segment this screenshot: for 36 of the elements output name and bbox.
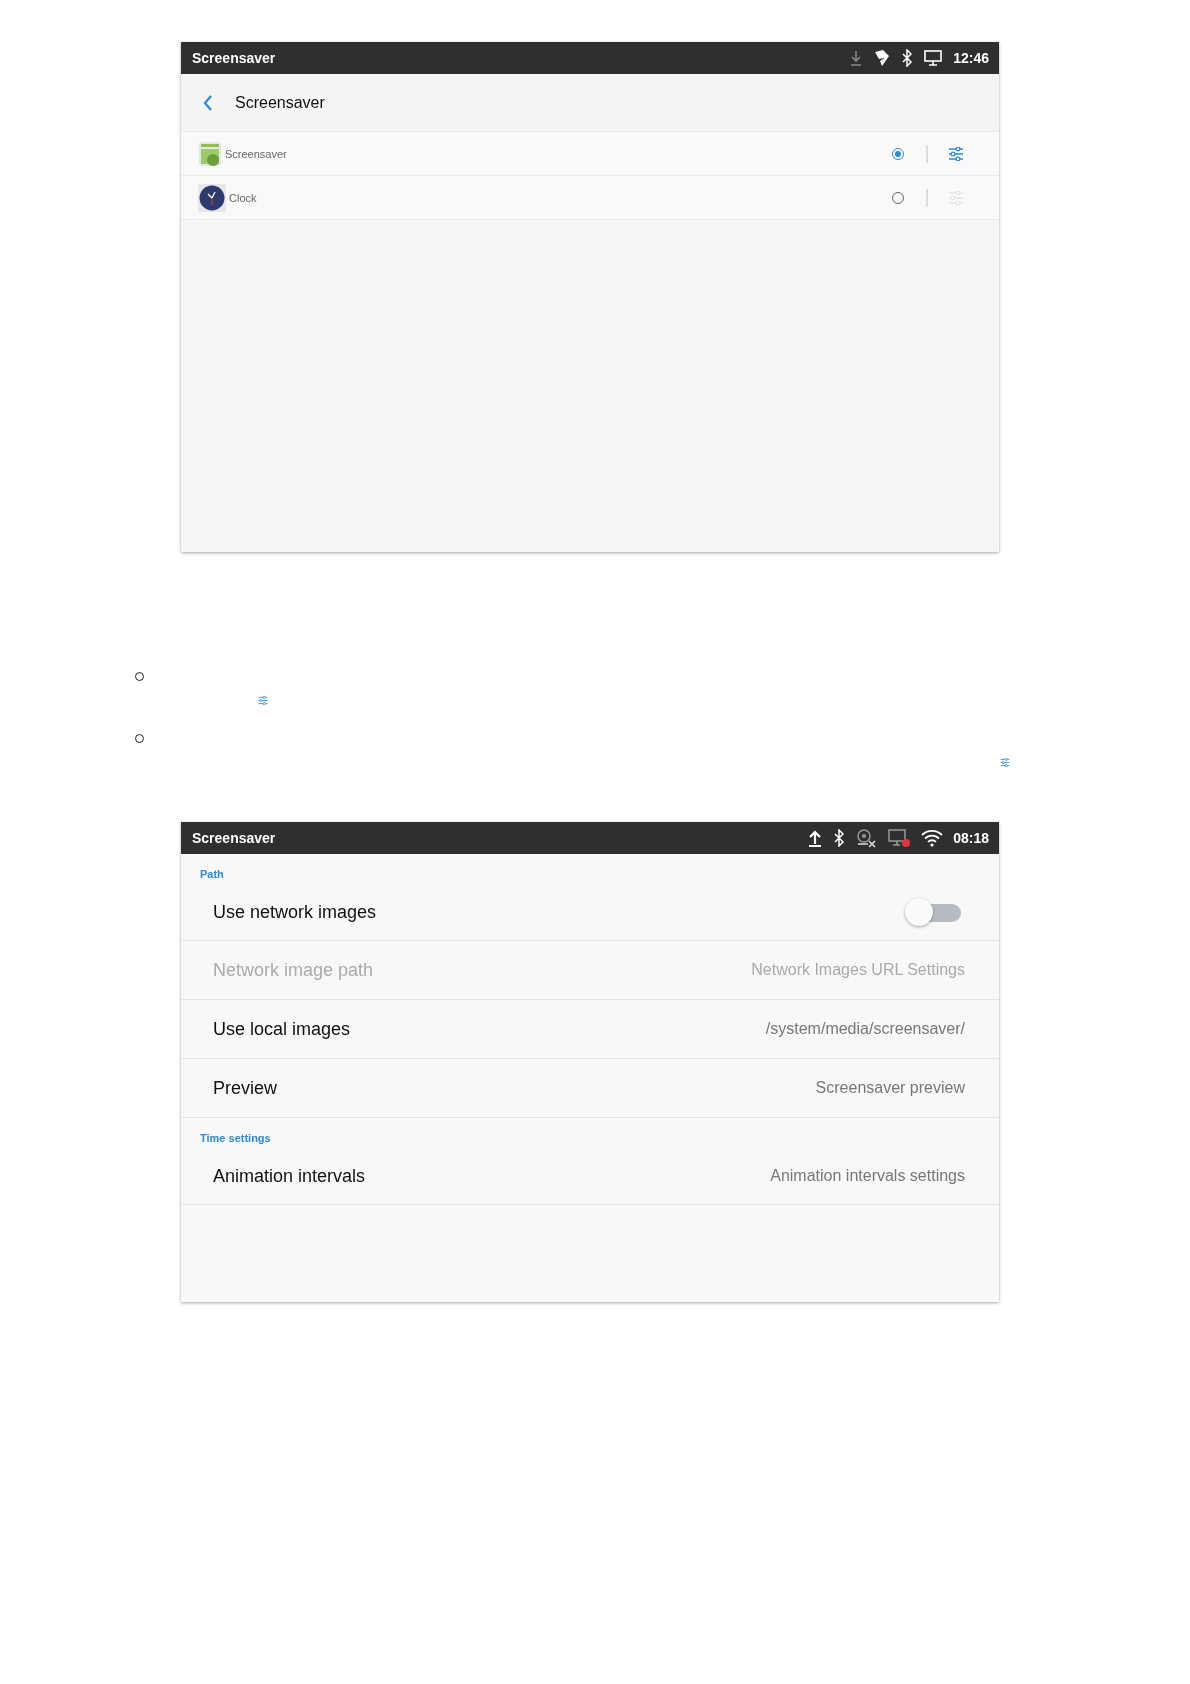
settings-row[interactable]: Animation intervals Animation intervals settings	[181, 1148, 999, 1205]
setting-value: Screensaver preview	[815, 1079, 965, 1097]
upload-icon	[807, 829, 824, 847]
settings-row[interactable]: Use network images	[181, 884, 999, 941]
window-title: Screensaver	[192, 50, 277, 66]
section-header: Time settings	[199, 1131, 272, 1146]
window-title: Screensaver	[192, 830, 277, 846]
camera-off-icon	[855, 828, 878, 848]
wifi-icon	[921, 829, 944, 847]
list-item[interactable]: Screensaver	[181, 132, 999, 176]
page-title: Screensaver	[235, 93, 325, 112]
settings-row[interactable]: Use local images /system/media/screensaver/	[181, 1000, 999, 1059]
clock-time: 08:18	[953, 830, 989, 846]
list-item[interactable]: Clock	[181, 176, 999, 220]
clock-icon	[198, 183, 226, 212]
setting-label: Network image path	[213, 959, 374, 981]
section-header: Path	[199, 867, 225, 882]
setting-label: Use network images	[213, 901, 377, 923]
settings-icon[interactable]	[948, 146, 964, 161]
bluetooth-icon	[901, 49, 914, 67]
setting-value: Network Images URL Settings	[751, 961, 965, 979]
picture-frame-icon	[198, 140, 222, 167]
sliders-icon	[258, 696, 268, 705]
setting-value: /system/media/screensaver/	[765, 1020, 965, 1038]
setting-label: Animation intervals	[213, 1165, 366, 1187]
download-icon	[849, 50, 864, 66]
clock-time: 12:46	[953, 50, 989, 66]
shield-icon	[873, 49, 892, 67]
sliders-icon	[1000, 758, 1010, 767]
settings-row[interactable]: Preview Screensaver preview	[181, 1059, 999, 1118]
bluetooth-icon	[833, 829, 846, 847]
monitor-error-icon	[887, 828, 912, 848]
setting-label: Preview	[213, 1077, 278, 1099]
monitor-icon	[923, 49, 944, 67]
setting-value: Animation intervals settings	[770, 1167, 965, 1185]
setting-label: Use local images	[213, 1018, 351, 1040]
